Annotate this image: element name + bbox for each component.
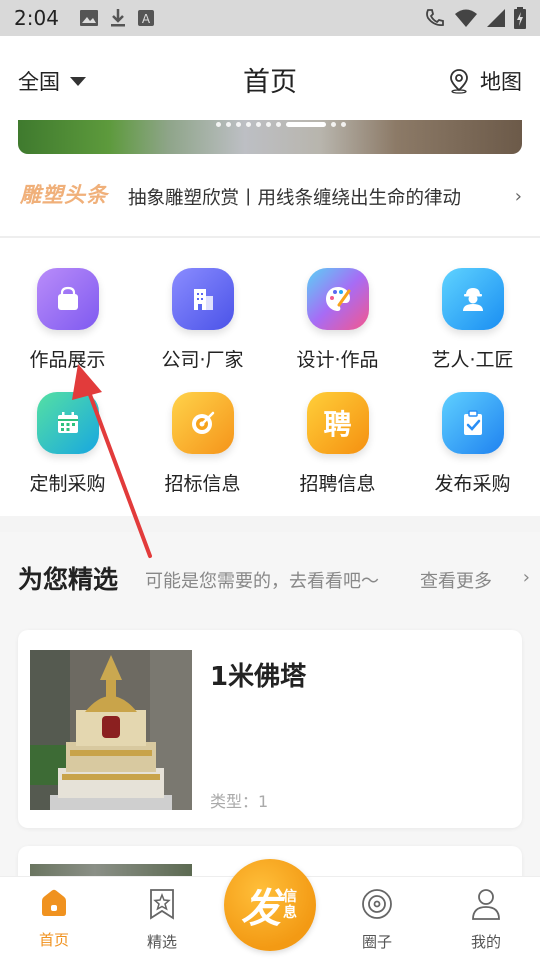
region-label: 全国 (18, 70, 60, 94)
product-type: 类型：1 (210, 792, 269, 811)
nav-featured[interactable]: 精选 (117, 887, 207, 952)
map-button[interactable]: 地图 (448, 66, 522, 96)
status-time: 2:04 (14, 6, 59, 30)
person-icon (472, 889, 500, 920)
home-top-section: 雕塑头条 抽象雕塑欣赏丨用线条缠绕出生命的律动 › 作品展示 公司·厂家 设计·… (0, 120, 540, 516)
grid-label: 发布采购 (434, 473, 511, 495)
hire-icon: 聘 (306, 392, 369, 454)
product-title[interactable]: 1米佛塔 (210, 656, 306, 693)
status-bar: 2:04 A (0, 0, 540, 36)
post-info-small: 信息 (283, 889, 297, 921)
caret-down-icon (70, 76, 86, 86)
grid-item-designs[interactable]: 设计·作品 (270, 268, 405, 372)
product-thumbnail[interactable] (30, 650, 192, 810)
grid-label: 定制采购 (29, 473, 106, 495)
nav-label: 精选 (146, 933, 177, 951)
image-icon (79, 10, 98, 26)
battery-icon (514, 7, 526, 29)
home-icon (42, 889, 66, 916)
section-title: 为您精选 (18, 565, 119, 594)
grid-label: 艺人·工匠 (431, 349, 514, 371)
svg-text:A: A (142, 12, 151, 26)
chevron-right-icon[interactable]: › (523, 567, 530, 588)
bottom-navigation: 首页 精选 发 信息 圈子 我的 (0, 859, 540, 960)
grid-label: 设计·作品 (296, 349, 379, 371)
grid-item-works[interactable]: 作品展示 (0, 268, 135, 372)
nav-circle[interactable]: 圈子 (332, 887, 422, 952)
post-info-button[interactable]: 发 信息 (224, 859, 316, 951)
grid-label: 公司·厂家 (161, 349, 244, 371)
bookmark-star-icon (150, 889, 174, 920)
worker-icon (441, 268, 504, 330)
calendar-icon (36, 392, 99, 454)
see-more-link[interactable]: 查看更多 (420, 567, 492, 593)
region-selector[interactable]: 全国 (18, 66, 86, 96)
news-headline[interactable]: 抽象雕塑欣赏丨用线条缠绕出生命的律动 (128, 184, 461, 210)
section-subtitle: 可能是您需要的，去看看吧～ (145, 571, 379, 592)
nav-home[interactable]: 首页 (9, 887, 99, 950)
nav-label: 首页 (38, 931, 69, 949)
grid-label: 招聘信息 (299, 473, 376, 495)
product-card[interactable]: 1米佛塔 类型：1 (18, 630, 522, 828)
chevron-right-icon[interactable]: › (515, 186, 522, 207)
clipboard-icon (441, 392, 504, 454)
circle-icon (362, 889, 392, 919)
grid-label: 招标信息 (164, 473, 241, 495)
grid-item-post-purchase[interactable]: 发布采购 (405, 392, 540, 496)
font-icon: A (137, 10, 154, 26)
grid-item-tenders[interactable]: 招标信息 (135, 392, 270, 496)
grid-item-companies[interactable]: 公司·厂家 (135, 268, 270, 372)
map-label: 地图 (480, 70, 522, 94)
hire-glyph: 聘 (323, 408, 352, 441)
app-screen: 2:04 A 全国 首页 地图 雕塑头条 抽象雕塑欣赏丨用线条缠绕出生命的律动 … (0, 0, 540, 960)
banner-carousel[interactable] (18, 120, 522, 154)
grid-item-artisans[interactable]: 艺人·工匠 (405, 268, 540, 372)
palette-icon (306, 268, 369, 330)
divider (0, 236, 540, 238)
news-logo: 雕塑头条 (20, 183, 108, 207)
building-icon (171, 268, 234, 330)
nav-mine[interactable]: 我的 (441, 887, 531, 952)
grid-label: 作品展示 (29, 349, 106, 371)
wifi-icon (455, 9, 477, 27)
signal-icon (487, 9, 505, 27)
nav-label: 圈子 (361, 933, 392, 951)
call-icon (426, 9, 444, 27)
shopping-bag-icon (36, 268, 99, 330)
news-ticker[interactable]: 雕塑头条 抽象雕塑欣赏丨用线条缠绕出生命的律动 › (0, 176, 540, 216)
location-pin-icon (450, 69, 468, 94)
target-icon (171, 392, 234, 454)
nav-label: 我的 (470, 933, 501, 951)
download-icon (110, 9, 125, 27)
grid-item-recruitment[interactable]: 聘 招聘信息 (270, 392, 405, 496)
top-header: 全国 首页 地图 (0, 36, 540, 120)
post-info-big: 发 (241, 886, 281, 932)
grid-item-custom-purchase[interactable]: 定制采购 (0, 392, 135, 496)
featured-section: 为您精选 可能是您需要的，去看看吧～ 查看更多 › 1米佛塔 类型：1 (0, 532, 540, 886)
carousel-indicator (216, 122, 346, 127)
